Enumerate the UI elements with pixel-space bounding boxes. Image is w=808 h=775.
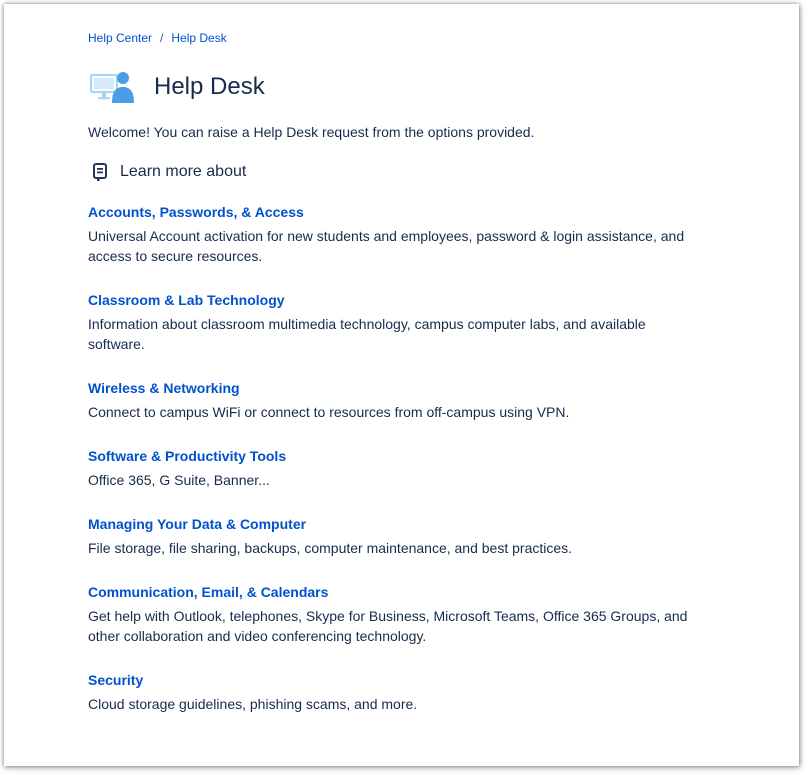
topic-data: Managing Your Data & Computer File stora… xyxy=(88,514,728,558)
topic-description: Get help with Outlook, telephones, Skype… xyxy=(88,608,688,644)
topic-title-link[interactable]: Software & Productivity Tools xyxy=(88,446,286,466)
intro-text: Welcome! You can raise a Help Desk reque… xyxy=(88,124,535,140)
topic-communication: Communication, Email, & Calendars Get he… xyxy=(88,582,728,646)
topic-description: Office 365, G Suite, Banner... xyxy=(88,472,270,488)
topic-description: Information about classroom multimedia t… xyxy=(88,316,646,352)
page-header: Help Desk xyxy=(88,67,728,107)
topic-description: File storage, file sharing, backups, com… xyxy=(88,540,573,556)
breadcrumb-help-desk[interactable]: Help Desk xyxy=(171,30,226,46)
topic-title-link[interactable]: Communication, Email, & Calendars xyxy=(88,582,328,602)
breadcrumb-separator: / xyxy=(160,31,164,45)
portal-window: Help Center / Help Desk Help Desk Welcom… xyxy=(4,4,799,766)
topic-accounts: Accounts, Passwords, & Access Universal … xyxy=(88,202,728,266)
topic-list: Accounts, Passwords, & Access Universal … xyxy=(88,202,728,714)
topic-software: Software & Productivity Tools Office 365… xyxy=(88,446,728,490)
learn-more-label: Learn more about xyxy=(120,163,247,180)
topic-title-link[interactable]: Wireless & Networking xyxy=(88,378,240,398)
breadcrumb-help-center[interactable]: Help Center xyxy=(88,30,152,46)
topic-title-link[interactable]: Security xyxy=(88,670,143,690)
topic-description: Connect to campus WiFi or connect to res… xyxy=(88,404,570,420)
breadcrumb: Help Center / Help Desk xyxy=(88,30,728,46)
computer-user-icon xyxy=(90,72,134,103)
topic-title-link[interactable]: Accounts, Passwords, & Access xyxy=(88,202,304,222)
topic-title-link[interactable]: Managing Your Data & Computer xyxy=(88,514,306,534)
page-title: Help Desk xyxy=(154,73,265,100)
portal-content: Help Center / Help Desk Help Desk Welcom… xyxy=(88,30,728,738)
knowledge-base-icon xyxy=(93,163,107,181)
topic-wireless: Wireless & Networking Connect to campus … xyxy=(88,378,728,422)
topic-title-link[interactable]: Classroom & Lab Technology xyxy=(88,290,285,310)
topic-description: Cloud storage guidelines, phishing scams… xyxy=(88,696,418,712)
learn-more-heading: Learn more about xyxy=(88,160,728,184)
topic-classroom: Classroom & Lab Technology Information a… xyxy=(88,290,728,354)
topic-description: Universal Account activation for new stu… xyxy=(88,228,685,264)
topic-security: Security Cloud storage guidelines, phish… xyxy=(88,670,728,714)
